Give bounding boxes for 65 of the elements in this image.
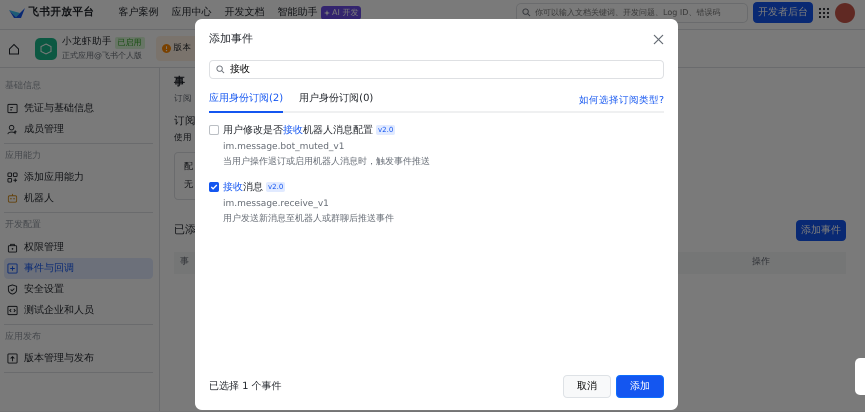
home-icon[interactable] bbox=[8, 42, 20, 54]
event-icon bbox=[7, 262, 18, 274]
sidebar-item[interactable]: 添加应用能力 bbox=[4, 167, 153, 188]
sidebar-item[interactable]: 安全设置 bbox=[4, 278, 153, 300]
section-title: 已添 bbox=[174, 222, 196, 238]
page-title: 事 bbox=[174, 74, 185, 90]
config-text: 配 bbox=[184, 160, 193, 174]
warning-icon bbox=[162, 44, 171, 53]
tab[interactable]: 用户身份订阅(0) bbox=[299, 88, 374, 112]
logo-text[interactable]: 飞书开放平台 bbox=[28, 4, 94, 20]
sidebar-item[interactable]: 成员管理 bbox=[4, 118, 153, 140]
add-button[interactable]: 添加 bbox=[616, 375, 664, 398]
close-icon[interactable] bbox=[653, 34, 664, 45]
checkbox[interactable] bbox=[209, 125, 219, 135]
nav-link[interactable]: 开发文档 bbox=[224, 5, 264, 20]
sidebar-item[interactable]: 机器人 bbox=[4, 188, 153, 209]
notice-text: 版本 bbox=[174, 42, 192, 55]
developer-console-button[interactable]: 开发者后台 bbox=[753, 2, 813, 23]
column-header: 操作 bbox=[752, 256, 770, 269]
card-icon bbox=[7, 102, 18, 114]
tab[interactable]: 应用身份订阅(2) bbox=[209, 88, 284, 112]
help-link[interactable]: 如何选择订阅类型? bbox=[578, 94, 664, 108]
nav-link[interactable]: 应用中心 bbox=[172, 5, 212, 20]
upload-icon bbox=[7, 353, 18, 364]
sidebar-item[interactable]: 版本管理与发布 bbox=[4, 348, 153, 369]
app-icon bbox=[35, 38, 57, 60]
dialog-title: 添加事件 bbox=[209, 31, 253, 47]
event-code: im.message.bot_muted_v1 bbox=[223, 140, 346, 154]
event-description: 用户发送新消息至机器人或群聊后推送事件 bbox=[223, 213, 395, 226]
app-name: 小龙虾助手 bbox=[62, 35, 112, 50]
checkbox[interactable] bbox=[209, 182, 219, 192]
column-header: 事 bbox=[180, 256, 189, 269]
status-tag: 已启用 bbox=[114, 36, 144, 48]
event-description: 当用户操作退订或启用机器人消息时，触发事件推送 bbox=[223, 156, 431, 169]
sparkle-icon bbox=[324, 10, 330, 16]
add-event-button[interactable]: 添加事件 bbox=[796, 220, 846, 241]
code-icon bbox=[7, 304, 18, 316]
search-icon bbox=[216, 64, 225, 74]
ai-badge: AI 开发 bbox=[320, 6, 362, 20]
search-field[interactable]: 接收 bbox=[209, 60, 664, 78]
event-title: 接收消息 bbox=[223, 180, 263, 194]
section-text: 使用 bbox=[174, 132, 192, 145]
section-title: 订阅 bbox=[174, 114, 196, 130]
lock-icon bbox=[7, 242, 18, 252]
sidebar-item[interactable]: 测试企业和人员 bbox=[4, 300, 153, 320]
search-icon bbox=[522, 8, 531, 16]
app-edition: 正式应用@飞书个人版 bbox=[62, 50, 143, 62]
cancel-button[interactable]: 取消 bbox=[563, 375, 611, 398]
nav-link[interactable]: 客户案例 bbox=[118, 5, 158, 20]
event-title: 用户修改是否接收机器人消息配置 bbox=[223, 124, 373, 138]
person-icon bbox=[7, 124, 18, 134]
selected-count: 已选择 1 个事件 bbox=[209, 380, 282, 394]
grid-icon bbox=[7, 172, 18, 183]
shield-icon bbox=[7, 284, 18, 294]
apps-icon[interactable] bbox=[818, 6, 830, 18]
side-widget[interactable] bbox=[855, 358, 865, 395]
sidebar-item[interactable]: 凭证与基础信息 bbox=[4, 98, 153, 118]
robot-icon bbox=[7, 193, 18, 204]
nav-link[interactable]: 智能助手 bbox=[278, 5, 318, 20]
sidebar-item[interactable]: 事件与回调 bbox=[4, 258, 153, 278]
avatar[interactable] bbox=[835, 2, 855, 22]
event-code: im.message.receive_v1 bbox=[223, 198, 330, 210]
page-subtitle: 订阅 bbox=[174, 92, 192, 106]
sidebar-item[interactable]: 权限管理 bbox=[4, 236, 153, 258]
config-text: 无 bbox=[184, 179, 193, 192]
